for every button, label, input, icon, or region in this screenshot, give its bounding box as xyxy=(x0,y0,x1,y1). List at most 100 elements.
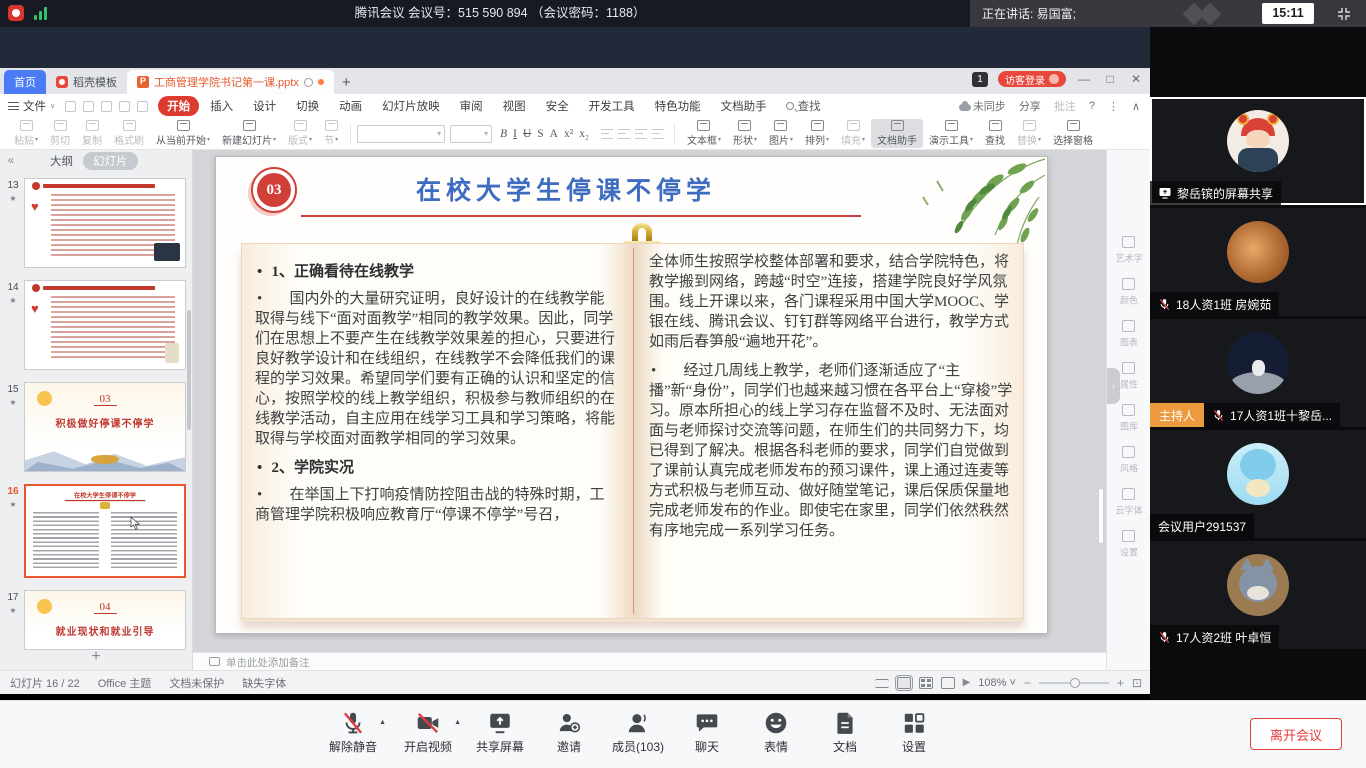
ribbon-button[interactable]: 复制▾ xyxy=(76,119,108,148)
tab-outline[interactable]: 大纲 xyxy=(50,153,73,169)
format-button[interactable]: I xyxy=(513,128,517,140)
tab-document[interactable]: 工商管理学院书记第一课.pptx xyxy=(127,70,334,94)
ribbon-button[interactable]: 粘贴▾ xyxy=(8,119,44,148)
participant-tile[interactable]: 会议用户291537 xyxy=(1150,430,1366,538)
tab-slides[interactable]: 幻灯片 xyxy=(83,152,138,170)
participant-tile[interactable]: 17人资2班 叶卓恒 xyxy=(1150,541,1366,649)
ribbon-button[interactable]: 图片▾ xyxy=(763,119,799,148)
zoom-slider[interactable] xyxy=(1039,682,1109,684)
sync-status[interactable]: 未同步 xyxy=(959,98,1006,114)
share-button[interactable]: 分享 xyxy=(1019,98,1041,114)
format-button[interactable]: x₂ xyxy=(579,128,589,140)
ribbon-button[interactable]: 演示工具▾ xyxy=(923,119,979,148)
menu-item[interactable]: 动画 xyxy=(330,96,371,116)
tab-docer[interactable]: 稻壳模板 xyxy=(46,70,127,94)
ribbon-button[interactable]: 形状▾ xyxy=(727,119,763,148)
right-tool-button[interactable]: 艺术字 xyxy=(1114,236,1144,265)
slide-thumbnail-14[interactable]: ♥ xyxy=(24,280,186,370)
window-count-badge[interactable]: 1 xyxy=(972,72,988,87)
zoom-level[interactable]: 108% ˅ xyxy=(978,677,1016,689)
minimize-button[interactable]: — xyxy=(1076,72,1092,86)
menu-item[interactable]: 安全 xyxy=(537,96,578,116)
notes-toggle-icon[interactable] xyxy=(875,679,889,688)
tab-home[interactable]: 首页 xyxy=(4,70,46,94)
right-tool-button[interactable]: 图库 xyxy=(1119,404,1139,433)
right-tool-button[interactable]: 颜色 xyxy=(1119,278,1139,307)
ribbon-button[interactable]: 剪切▾ xyxy=(44,119,76,148)
format-button[interactable]: S xyxy=(537,128,543,140)
menu-item[interactable]: 文档助手 xyxy=(712,96,776,116)
normal-view-icon[interactable] xyxy=(897,677,911,689)
exit-fullscreen-icon[interactable] xyxy=(1334,4,1354,24)
format-button[interactable]: A xyxy=(550,128,558,140)
right-tool-button[interactable]: 云字体 xyxy=(1114,488,1144,517)
right-tool-button[interactable]: 设置 xyxy=(1119,530,1139,559)
slide-thumbnail-13[interactable]: ♥ xyxy=(24,178,186,268)
canvas-scrollbar[interactable] xyxy=(1098,488,1104,544)
share-screen-button[interactable]: 共享屏幕 xyxy=(472,710,528,755)
audio-options-caret[interactable]: ▲ xyxy=(379,719,386,726)
slideshow-icon[interactable]: ▶ xyxy=(963,677,971,688)
collapse-panel-button[interactable]: « xyxy=(0,155,22,167)
search-menu[interactable]: 查找 xyxy=(786,98,821,114)
video-options-caret[interactable]: ▲ xyxy=(454,719,461,726)
start-video-button[interactable]: ▲ 开启视频 xyxy=(397,710,459,755)
right-tool-button[interactable]: 风格 xyxy=(1119,446,1139,475)
slide-sorter-icon[interactable] xyxy=(919,677,933,689)
ribbon-button[interactable]: 查找▾ xyxy=(979,119,1011,148)
menu-item[interactable]: 视图 xyxy=(494,96,535,116)
slide-thumbnail-16-selected[interactable]: 在校大学生停课不停学 xyxy=(24,484,186,578)
status-item[interactable]: 缺失字体 xyxy=(242,675,286,691)
menu-item[interactable]: 开始 xyxy=(158,96,199,116)
zoom-in-button[interactable]: + xyxy=(1117,676,1124,690)
zoom-out-button[interactable]: − xyxy=(1024,676,1031,690)
right-tool-button[interactable]: 图表 xyxy=(1119,320,1139,349)
font-family-select[interactable]: ▾ xyxy=(357,125,445,143)
thumbnail-scrollbar[interactable] xyxy=(187,310,191,430)
file-menu[interactable]: 文件 ∨ xyxy=(8,98,55,114)
menu-item[interactable]: 幻灯片放映 xyxy=(373,96,449,116)
guest-login-button[interactable]: 访客登录 xyxy=(998,71,1066,87)
format-button[interactable]: B xyxy=(500,128,507,140)
slide-thumbnail-17[interactable]: 04 就业现状和就业引导 xyxy=(24,590,186,650)
new-tab-button[interactable]: + xyxy=(334,70,359,94)
ribbon-button[interactable]: 版式▾ xyxy=(282,119,318,148)
fit-slide-button[interactable]: ⊡ xyxy=(1132,676,1142,690)
participant-tile-host[interactable]: 主持人 17人资1班十黎岳... xyxy=(1150,319,1366,427)
unmute-button[interactable]: ▲ 解除静音 xyxy=(322,710,384,755)
status-item[interactable]: Office 主题 xyxy=(98,675,152,691)
invite-button[interactable]: 邀请 xyxy=(541,710,597,755)
menu-item[interactable]: 设计 xyxy=(244,96,285,116)
reading-view-icon[interactable] xyxy=(941,677,955,689)
notes-bar[interactable]: 单击此处添加备注 xyxy=(193,652,1106,670)
slide-canvas[interactable]: 03 在校大学生停课不停学 xyxy=(215,156,1048,634)
slide-thumbnail-15[interactable]: 03 积极做好停课不停学 xyxy=(24,382,186,472)
menu-item[interactable]: 特色功能 xyxy=(646,96,710,116)
menu-item[interactable]: 插入 xyxy=(201,96,242,116)
status-item[interactable]: 幻灯片 16 / 22 xyxy=(10,675,80,691)
paragraph-format-icons[interactable] xyxy=(601,129,664,139)
members-button[interactable]: 成员(103) xyxy=(610,710,666,755)
participant-tile[interactable]: 18人资1班 房婉茹 xyxy=(1150,208,1366,316)
ribbon-button[interactable]: 替换▾ xyxy=(1011,119,1047,148)
right-tool-button[interactable]: 属性 xyxy=(1119,362,1139,391)
ribbon-button[interactable]: 填充▾ xyxy=(835,119,871,148)
close-button[interactable]: ✕ xyxy=(1128,72,1144,86)
status-item[interactable]: 文档未保护 xyxy=(169,675,224,691)
participant-tile-screen-share[interactable]: 黎岳镔的屏幕共享 xyxy=(1150,97,1366,205)
ribbon-button[interactable]: 选择窗格▾ xyxy=(1047,119,1099,148)
emoji-button[interactable]: 表情 xyxy=(748,710,804,755)
ribbon-button[interactable]: 新建幻灯片▾ xyxy=(216,119,282,148)
font-size-select[interactable]: ▾ xyxy=(450,125,492,143)
menu-item[interactable]: 切换 xyxy=(287,96,328,116)
help-button[interactable]: ? xyxy=(1089,100,1095,112)
ribbon-button[interactable]: 排列▾ xyxy=(799,119,835,148)
add-slide-button[interactable]: + xyxy=(0,648,192,666)
ribbon-button[interactable]: 文本框▾ xyxy=(681,119,727,148)
comment-button[interactable]: 批注 xyxy=(1054,98,1076,114)
collapse-ribbon-button[interactable]: ∧ xyxy=(1132,100,1140,113)
quick-access-toolbar[interactable] xyxy=(65,101,148,112)
ribbon-button[interactable]: 格式刷▾ xyxy=(108,119,150,148)
ribbon-button[interactable]: 文档助手▾ xyxy=(871,119,923,148)
maximize-button[interactable]: □ xyxy=(1102,72,1118,86)
